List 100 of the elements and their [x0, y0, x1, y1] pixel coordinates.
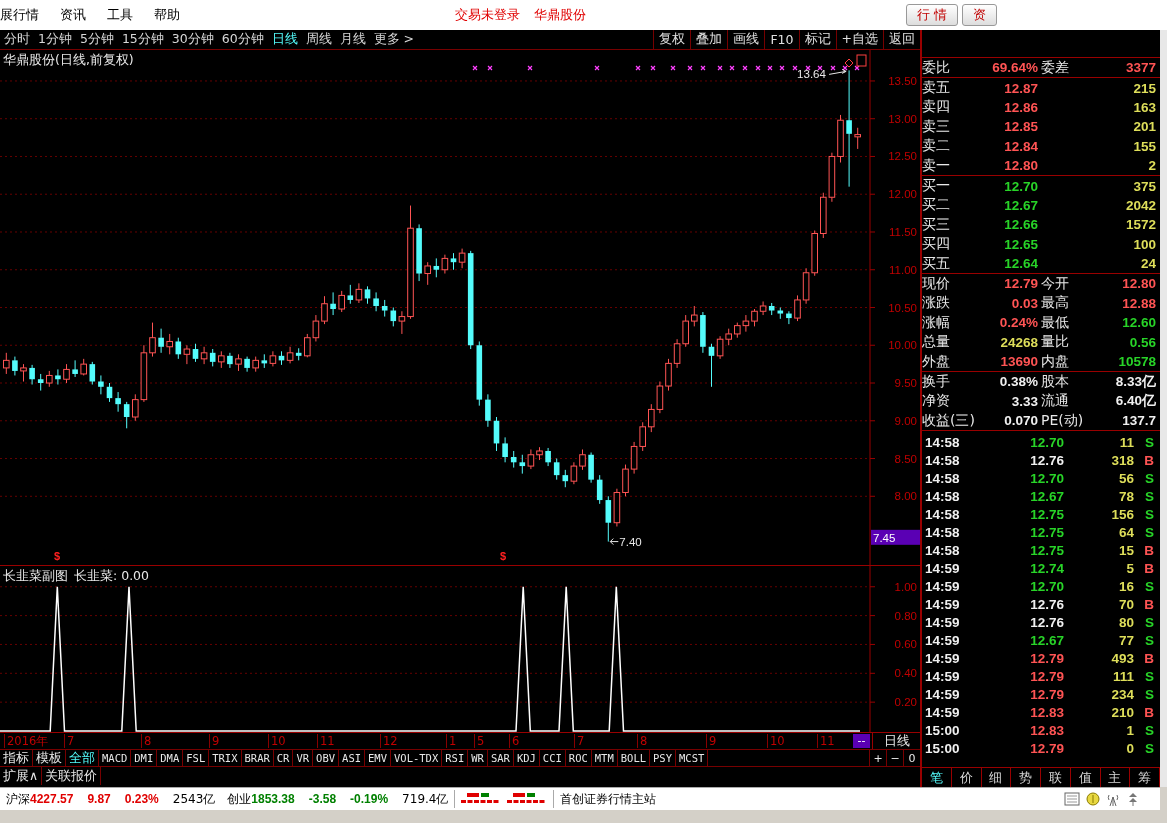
index-turnover: 719.4亿	[402, 790, 449, 808]
indicator-tab[interactable]: DMA	[157, 750, 184, 766]
panel-tab[interactable]: 关联报价	[42, 767, 102, 785]
trade-volume: 78	[1117, 488, 1134, 504]
indicator-tab[interactable]: ROC	[565, 750, 592, 766]
order-volume: 155	[1132, 138, 1156, 154]
period-tab[interactable]: 日线	[267, 31, 302, 48]
trade-side: B	[1143, 452, 1154, 468]
menu-item[interactable]: 帮助	[154, 6, 191, 24]
candlestick	[794, 294, 801, 322]
indicator-tab[interactable]: PSY	[650, 750, 676, 766]
order-price: 12.85	[1003, 119, 1038, 135]
period-tab[interactable]: 分时	[0, 31, 34, 48]
indicator-tab[interactable]: MCST	[676, 750, 709, 766]
order-volume: 375	[1132, 178, 1156, 194]
axis-label: 9	[209, 734, 220, 748]
axis-label: 0.20	[894, 696, 917, 709]
period-tab[interactable]: 更多 >	[369, 31, 419, 48]
indicator-tab[interactable]: TRIX	[209, 750, 242, 766]
trade-side: B	[1143, 650, 1154, 666]
indicator-tab[interactable]: DMI	[131, 750, 158, 766]
order-price: 12.66	[1003, 217, 1038, 233]
indicator-tab[interactable]: ASI	[339, 750, 366, 766]
toolbar-button[interactable]: 标记	[798, 30, 836, 49]
period-tab[interactable]: 15分钟	[117, 31, 168, 48]
scroll-marker[interactable]: --	[853, 734, 870, 748]
indicator-tab[interactable]: 全部	[66, 750, 99, 766]
candlestick	[519, 454, 526, 475]
indicator-tab[interactable]: MTM	[591, 750, 618, 766]
trade-volume: 493	[1110, 650, 1134, 666]
trade-time: 14:59	[924, 578, 961, 594]
candlestick	[398, 310, 406, 335]
trade-time: 14:58	[924, 542, 961, 558]
coin-icon[interactable]	[1086, 792, 1100, 806]
indicator-tab[interactable]: CR	[273, 750, 294, 766]
indicator-tab[interactable]: MACD	[99, 750, 132, 766]
indicator-tab[interactable]: FSL	[183, 750, 210, 766]
index-name: 创业1853.38	[227, 790, 295, 808]
candlestick	[786, 310, 792, 325]
period-tab[interactable]: 30分钟	[167, 31, 218, 48]
menu-item[interactable]: 资讯	[60, 6, 97, 24]
trade-time: 14:59	[924, 560, 961, 576]
panel-tab[interactable]: 扩展∧	[0, 767, 43, 785]
period-tab[interactable]: 月线	[335, 31, 370, 48]
menu-item[interactable]: 展行情	[0, 6, 50, 24]
indicator-tab[interactable]: 模板	[33, 750, 66, 766]
index-turnover: 2543亿	[172, 790, 216, 808]
axis-label: 8.50	[894, 452, 917, 465]
candlestick	[846, 69, 852, 188]
axis-label: 0.60	[894, 638, 917, 651]
indicator-tab[interactable]: EMV	[365, 750, 391, 766]
candlestick	[579, 448, 586, 471]
menu-item[interactable]: 工具	[107, 6, 144, 24]
quote-value: 69.64%	[991, 60, 1038, 76]
trade-side: S	[1144, 524, 1154, 540]
trade-side: B	[1143, 596, 1154, 612]
zoom-button[interactable]: −	[886, 750, 903, 766]
trade-side: S	[1144, 434, 1154, 450]
toolbar-button[interactable]: F10	[764, 30, 799, 49]
order-level-label: 卖二	[922, 137, 951, 156]
indicator-tab[interactable]: 指标	[0, 750, 33, 766]
period-tab[interactable]: 周线	[301, 31, 336, 48]
indicator-tab[interactable]: WR	[468, 750, 488, 766]
indicator-tab[interactable]: OBV	[313, 750, 340, 766]
quote-label: 最高	[1040, 294, 1070, 313]
quote-value: 0.38%	[998, 374, 1038, 390]
market-button[interactable]: 行 情	[906, 4, 958, 26]
indicator-tab[interactable]: BRAR	[241, 750, 274, 766]
axis-label: 12	[380, 734, 398, 748]
toolbar-button[interactable]: +自选	[835, 30, 883, 49]
signal-mark: $	[499, 550, 507, 562]
indicator-tab[interactable]: BOLL	[617, 750, 651, 766]
quote-label: 委差	[1040, 58, 1070, 77]
toolbar-button[interactable]: 画线	[727, 30, 765, 49]
candlestick	[759, 300, 767, 316]
order-price: 12.80	[1003, 158, 1038, 174]
indicator-tab[interactable]: VR	[293, 750, 314, 766]
trade-volume: 56	[1117, 470, 1134, 486]
candlestick	[175, 337, 182, 360]
trade-price: 12.70	[1029, 434, 1064, 450]
indicator-reading: 长韭菜: 0.00	[74, 568, 150, 585]
period-tab[interactable]: 5分钟	[75, 31, 118, 48]
period-tab[interactable]: 60分钟	[217, 31, 268, 48]
toolbar-button[interactable]: 复权	[653, 30, 691, 49]
indicator-tab[interactable]: SAR	[487, 750, 514, 766]
market-button[interactable]: 资	[962, 4, 997, 26]
indicator-tab[interactable]: RSI	[442, 750, 469, 766]
indicator-tab[interactable]: VOL-TDX	[391, 750, 443, 766]
antenna-icon[interactable]	[1106, 792, 1120, 806]
indicator-tab[interactable]: CCI	[539, 750, 566, 766]
trade-time: 14:58	[924, 506, 961, 522]
zoom-button[interactable]: +	[869, 750, 886, 766]
indicator-tab[interactable]: KDJ	[513, 750, 540, 766]
period-tab[interactable]: 1分钟	[34, 31, 76, 48]
axis-label: 10.00	[888, 339, 917, 352]
candlestick	[424, 261, 431, 286]
candlestick	[545, 447, 551, 467]
candlestick	[596, 474, 603, 505]
toolbar-button[interactable]: 叠加	[690, 30, 728, 49]
trade-price: 12.79	[1029, 650, 1064, 666]
